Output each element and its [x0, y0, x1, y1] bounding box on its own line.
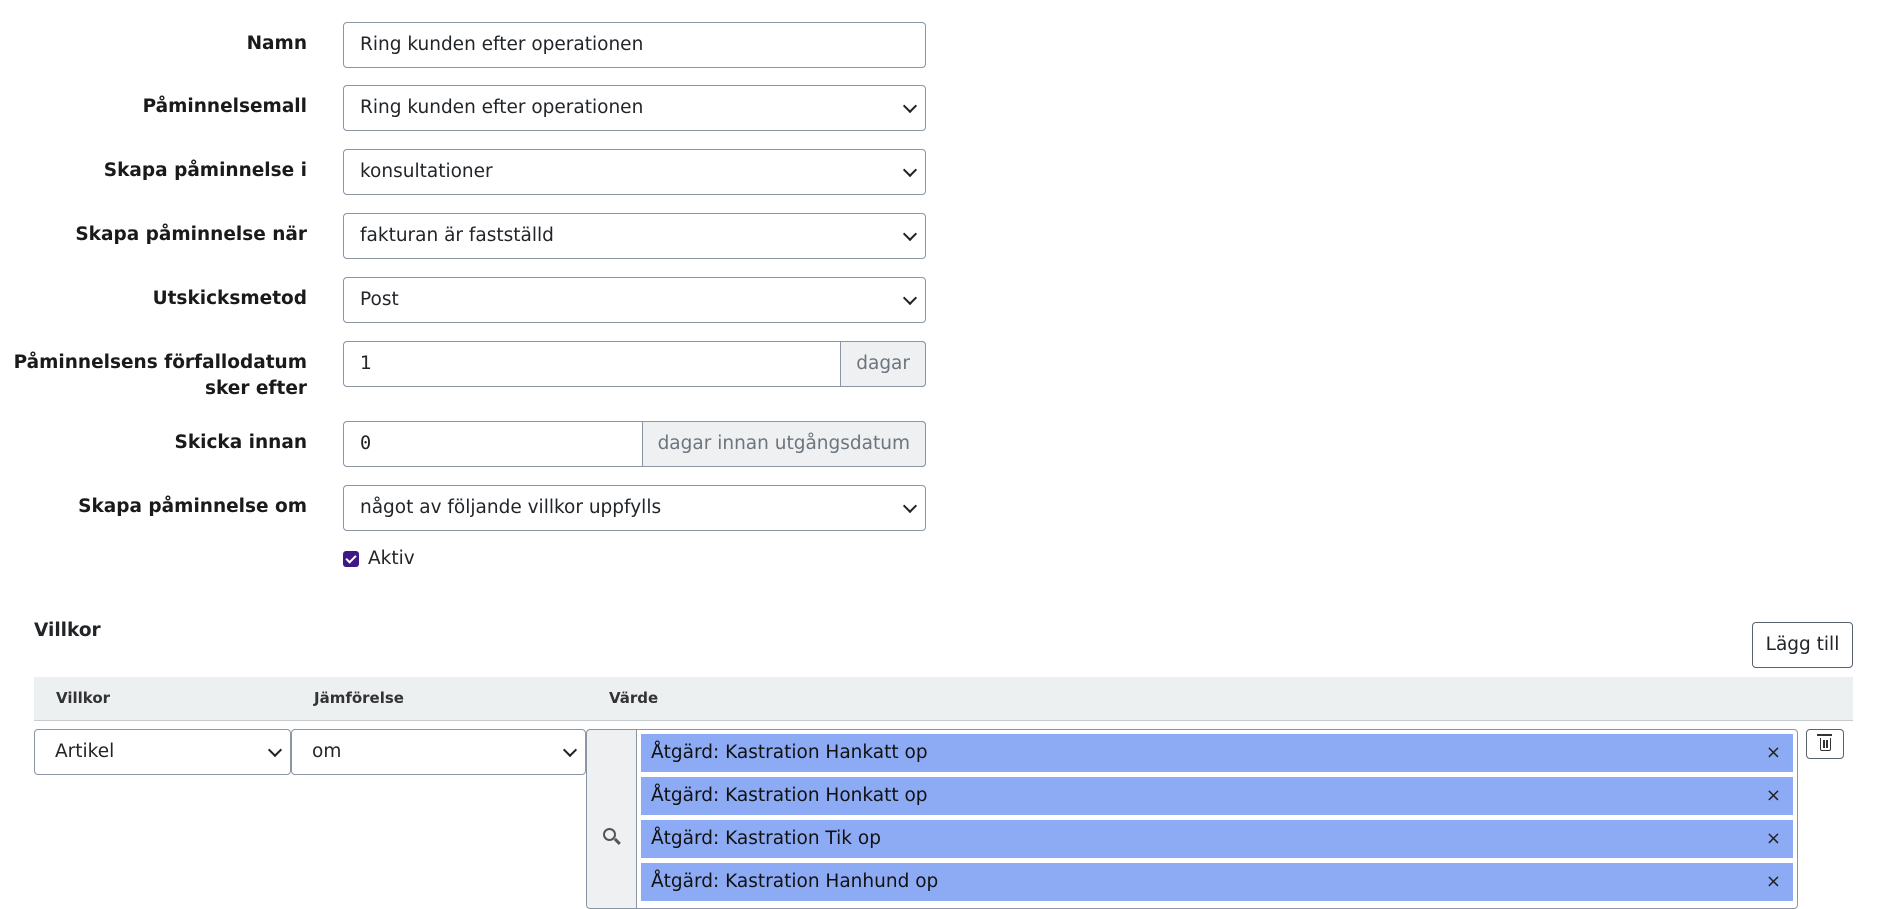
create-in-select-value: konsultationer — [360, 161, 493, 182]
template-select-value: Ring kunden efter operationen — [360, 97, 644, 118]
value-tag: Åtgärd: Kastration Hanhund op × — [641, 863, 1793, 901]
create-when-select-value: fakturan är fastställd — [360, 225, 554, 246]
due-unit-addon: dagar — [840, 341, 926, 387]
send-method-select-value: Post — [360, 289, 399, 310]
value-multiselect[interactable]: Åtgärd: Kastration Hankatt op × Åtgärd: … — [636, 729, 1798, 909]
create-in-select[interactable]: konsultationer — [343, 149, 926, 195]
conditions-title: Villkor — [34, 620, 101, 641]
column-header-comparison: Jämförelse — [314, 689, 404, 707]
value-tag: Åtgärd: Kastration Hankatt op × — [641, 734, 1793, 772]
create-when-label: Skapa påminnelse när — [75, 224, 307, 245]
search-icon — [603, 828, 616, 841]
create-if-label: Skapa påminnelse om — [78, 496, 307, 517]
remove-tag-icon[interactable]: × — [1766, 777, 1781, 815]
value-tag-label: Åtgärd: Kastration Hanhund op — [651, 871, 939, 892]
name-input[interactable]: Ring kunden efter operationen — [343, 22, 926, 68]
conditions-table-header: Villkor Jämförelse Värde — [34, 677, 1853, 721]
create-if-select[interactable]: något av följande villkor uppfylls — [343, 485, 926, 531]
template-select[interactable]: Ring kunden efter operationen — [343, 85, 926, 131]
send-method-label: Utskicksmetod — [152, 288, 307, 309]
value-tag-label: Åtgärd: Kastration Honkatt op — [651, 785, 928, 806]
add-condition-button[interactable]: Lägg till — [1752, 622, 1853, 668]
comparison-select-value: om — [312, 741, 342, 762]
value-tag: Åtgärd: Kastration Honkatt op × — [641, 777, 1793, 815]
column-header-condition: Villkor — [56, 689, 111, 707]
send-before-unit-addon: dagar innan utgångsdatum — [641, 421, 926, 467]
name-label: Namn — [246, 33, 307, 54]
create-if-select-value: något av följande villkor uppfylls — [360, 497, 662, 518]
due-input[interactable]: 1 dagar — [343, 341, 926, 387]
remove-tag-icon[interactable]: × — [1766, 863, 1781, 901]
active-checkbox-wrap[interactable]: Aktiv — [343, 548, 415, 569]
create-when-select[interactable]: fakturan är fastställd — [343, 213, 926, 259]
value-tag-label: Åtgärd: Kastration Tik op — [651, 828, 881, 849]
send-before-label: Skicka innan — [174, 432, 308, 453]
send-before-input-value: 0 — [360, 433, 372, 454]
send-method-select[interactable]: Post — [343, 277, 926, 323]
value-tag-label: Åtgärd: Kastration Hankatt op — [651, 742, 928, 763]
template-label: Påminnelsemall — [142, 96, 307, 117]
send-before-input[interactable]: 0 dagar innan utgångsdatum — [343, 421, 926, 467]
due-label-line1: Påminnelsens förfallodatum — [13, 352, 307, 373]
condition-select[interactable]: Artikel — [34, 729, 291, 775]
value-tag: Åtgärd: Kastration Tik op × — [641, 820, 1793, 858]
active-checkbox[interactable] — [343, 550, 359, 567]
remove-tag-icon[interactable]: × — [1766, 820, 1781, 858]
comparison-select[interactable]: om — [291, 729, 586, 775]
create-in-label: Skapa påminnelse i — [103, 160, 307, 181]
value-search-button[interactable] — [586, 729, 636, 909]
column-header-value: Värde — [609, 689, 659, 707]
delete-condition-button[interactable] — [1806, 729, 1844, 759]
active-label: Aktiv — [368, 548, 415, 569]
remove-tag-icon[interactable]: × — [1766, 734, 1781, 772]
due-label-line2: sker efter — [204, 378, 307, 399]
condition-select-value: Artikel — [55, 741, 115, 762]
due-label: Påminnelsens förfallodatum sker efter — [7, 350, 307, 402]
trash-icon — [1817, 734, 1832, 751]
due-input-value: 1 — [360, 353, 372, 374]
